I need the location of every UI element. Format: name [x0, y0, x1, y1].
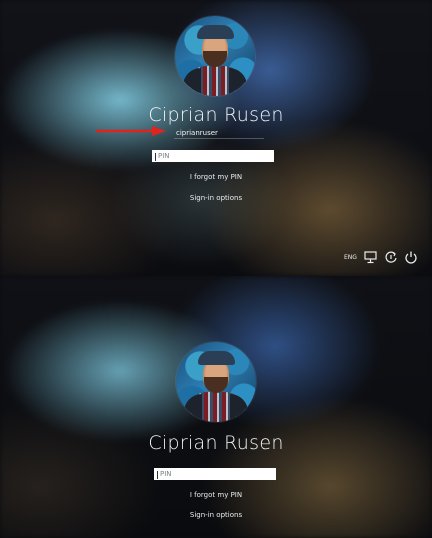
lock-screen-top: Ciprian Rusen ciprianruser PIN I forgot …	[0, 0, 432, 276]
sign-in-options-link[interactable]: Sign-in options	[0, 511, 432, 519]
user-name: Ciprian Rusen	[148, 104, 284, 126]
forgot-pin-link[interactable]: I forgot my PIN	[0, 173, 432, 181]
power-icon[interactable]	[404, 250, 418, 264]
pin-input[interactable]: PIN	[154, 468, 276, 480]
forgot-pin-link[interactable]: I forgot my PIN	[0, 491, 432, 499]
account-name-field[interactable]: ciprianruser	[174, 128, 264, 139]
text-caret	[157, 471, 158, 479]
red-arrow-annotation	[96, 126, 166, 136]
pin-input[interactable]: PIN	[152, 150, 274, 162]
avatar	[176, 342, 256, 422]
network-icon[interactable]	[364, 250, 378, 264]
sign-in-options-link[interactable]: Sign-in options	[0, 194, 432, 202]
avatar	[175, 16, 255, 96]
accessibility-icon[interactable]	[384, 250, 398, 264]
language-indicator[interactable]: ENG	[344, 254, 357, 261]
text-caret	[155, 153, 156, 161]
lock-screen-bottom: Ciprian Rusen PIN I forgot my PIN Sign-i…	[0, 276, 432, 538]
user-name: Ciprian Rusen	[148, 432, 284, 454]
